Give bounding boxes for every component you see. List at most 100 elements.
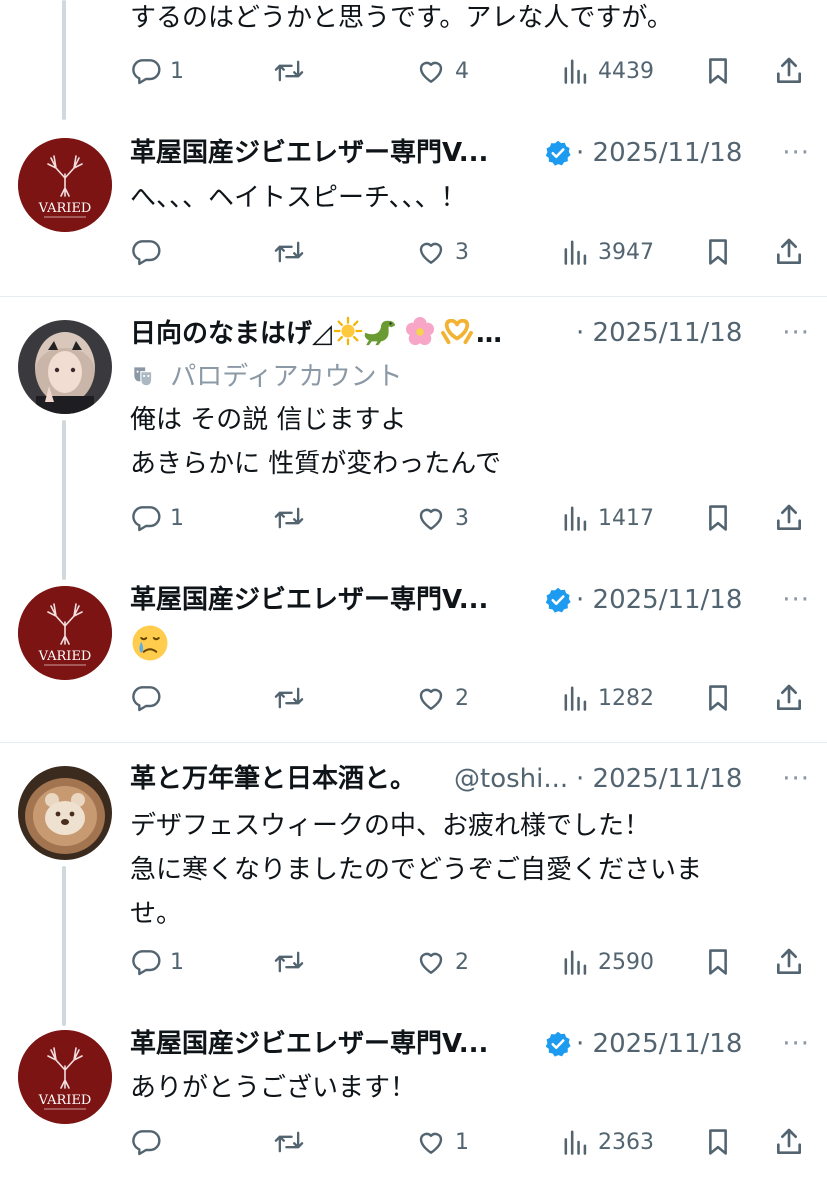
reply-button[interactable]: 1 [130,498,184,538]
tweet-actions: 1 4 4439 [130,51,810,91]
more-options-icon[interactable]: ··· [782,1027,810,1061]
bookmark-button[interactable] [704,1122,732,1162]
views-button[interactable]: 4439 [562,51,654,91]
more-options-icon[interactable]: ··· [782,762,810,796]
tweet-date[interactable]: · 2025/11/18 [576,136,742,170]
like-count: 3 [455,239,469,265]
share-icon [773,946,805,978]
retweet-button[interactable] [272,678,306,718]
like-count: 1 [455,1129,469,1155]
bookmark-icon [704,682,732,714]
views-button[interactable]: 2590 [562,942,654,982]
bookmark-button[interactable] [704,498,732,538]
tweet-actions: 1 3 1417 [130,498,810,538]
heart-icon [415,55,447,87]
tweet-date[interactable]: · 2025/11/18 [576,583,742,617]
more-options-icon[interactable]: ··· [782,583,810,617]
verified-badge-icon [545,140,571,166]
display-name[interactable]: 革屋国産ジビエレザー専門V... [130,583,488,617]
share-button[interactable] [773,1122,805,1162]
share-button[interactable] [773,942,805,982]
display-name[interactable]: 革屋国産ジビエレザー専門V... [130,136,488,170]
retweet-icon [272,946,306,978]
parody-label-text: パロディアカウント [170,362,403,392]
thread-line [62,866,66,1026]
heart-hands-emoji-icon [441,318,473,345]
share-button[interactable] [773,678,805,718]
retweet-button[interactable] [272,51,306,91]
share-button[interactable] [773,498,805,538]
views-icon [562,1126,590,1158]
retweet-button[interactable] [272,942,306,982]
views-button[interactable]: 1417 [562,498,654,538]
retweet-icon [272,502,306,534]
reply-button[interactable] [130,232,162,272]
reply-icon [130,682,162,714]
reply-icon [130,502,162,534]
user-handle[interactable]: @toshi... [454,762,568,796]
reply-button[interactable] [130,678,162,718]
reply-icon [130,55,162,87]
retweet-button[interactable] [272,232,306,272]
reply-icon [130,1126,162,1158]
like-button[interactable]: 2 [415,678,469,718]
reply-count: 1 [170,949,184,975]
like-button[interactable]: 1 [415,1122,469,1162]
more-options-icon[interactable]: ··· [782,316,810,350]
tweet-date[interactable]: · 2025/11/18 [576,762,742,796]
heart-icon [415,502,447,534]
avatar[interactable]: VARIED [18,1030,112,1124]
display-name[interactable]: 革と万年筆と日本酒と。 [130,762,416,796]
like-button[interactable]: 2 [415,942,469,982]
reply-button[interactable] [130,1122,162,1162]
flower-emoji-icon [405,316,435,346]
heart-icon [415,236,447,268]
bookmark-button[interactable] [704,942,732,982]
bookmark-button[interactable] [704,232,732,272]
thread-line [62,0,66,120]
retweet-button[interactable] [272,1122,306,1162]
bookmark-icon [704,55,732,87]
views-button[interactable]: 3947 [562,232,654,272]
bookmark-button[interactable] [704,678,732,718]
reply-icon [130,946,162,978]
heart-icon [415,682,447,714]
tweet-date[interactable]: · 2025/11/18 [576,316,742,350]
tweet-date[interactable]: · 2025/11/18 [576,1027,742,1061]
avatar[interactable] [18,320,112,414]
reply-button[interactable]: 1 [130,51,184,91]
avatar-logo-text: VARIED [38,1093,92,1108]
avatar[interactable]: VARIED [18,586,112,680]
views-count: 1282 [598,685,654,711]
retweet-icon [272,1126,306,1158]
tweet-text: ありがとうございます！ [130,1073,417,1103]
avatar[interactable]: VARIED [18,138,112,232]
display-name[interactable]: 革屋国産ジビエレザー専門V... [130,1027,488,1061]
like-button[interactable]: 4 [415,51,469,91]
retweet-button[interactable] [272,498,306,538]
bookmark-icon [704,946,732,978]
like-button[interactable]: 3 [415,498,469,538]
share-button[interactable] [773,51,805,91]
share-icon [773,682,805,714]
more-options-icon[interactable]: ··· [782,136,810,170]
views-icon [562,55,590,87]
views-button[interactable]: 1282 [562,678,654,718]
divider [0,742,827,743]
retweet-icon [272,236,306,268]
dinosaur-emoji-icon [364,320,396,346]
reply-button[interactable]: 1 [130,942,184,982]
views-button[interactable]: 2363 [562,1122,654,1162]
views-icon [562,682,590,714]
views-count: 3947 [598,239,654,265]
bookmark-button[interactable] [704,51,732,91]
display-name[interactable]: 日向のなまはげ◿… [130,316,502,351]
like-button[interactable]: 3 [415,232,469,272]
tweet-text: するのはどうかと思うです。アレな人ですが。 [130,3,673,33]
avatar[interactable] [18,766,112,860]
tweet-text: へ、、、ヘイトスピーチ、、、！ [130,183,467,213]
share-button[interactable] [773,232,805,272]
verified-badge-icon [545,587,571,613]
divider [0,296,827,297]
bookmark-icon [704,236,732,268]
